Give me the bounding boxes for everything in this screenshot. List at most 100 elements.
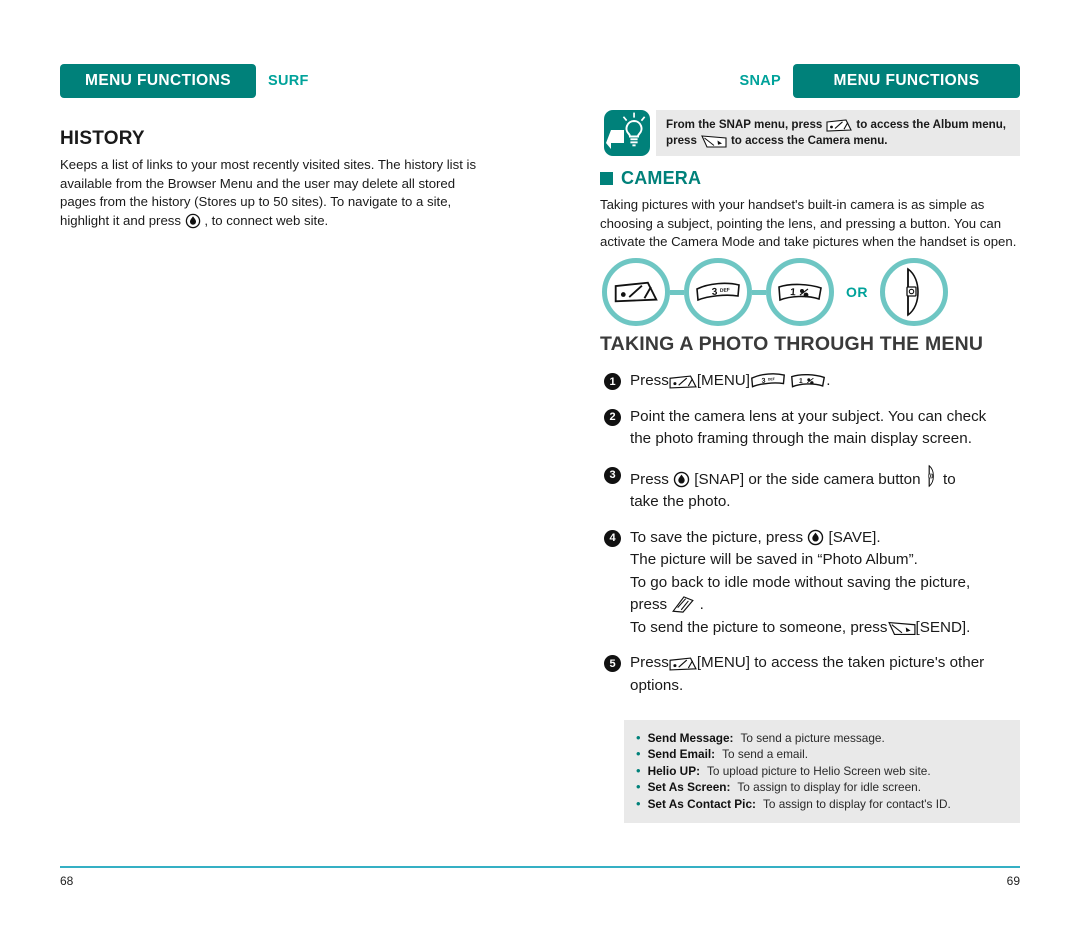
step-text-fragment: [SEND].: [915, 618, 971, 636]
left-page-number: 68: [60, 874, 74, 888]
right-section-tag: SNAP: [739, 72, 781, 89]
step-text-fragment: Press: [630, 654, 669, 671]
history-body: Keeps a list of links to your most recen…: [60, 156, 478, 230]
menu-softkey-icon: [669, 657, 697, 671]
or-label: OR: [846, 284, 868, 300]
history-section: HISTORY Keeps a list of links to your mo…: [60, 128, 478, 230]
step-line: options.: [630, 676, 684, 694]
step-text-fragment: .: [699, 596, 704, 613]
side-camera-button-icon: [925, 464, 939, 488]
camera-intro-text: Taking pictures with your handset's buil…: [600, 197, 1017, 250]
step-2: 2 Point the camera lens at your subject.…: [604, 406, 1036, 451]
bullet-icon: •: [636, 779, 641, 795]
option-name: Send Message:: [647, 731, 734, 745]
step-line: take the photo.: [630, 493, 731, 510]
menu-softkey-icon: [826, 118, 853, 132]
tip-line-1-b: to access the Album menu,: [856, 118, 1007, 131]
menu-softkey-icon: [669, 375, 697, 389]
tip-line-2: press to access the Camera menu.: [666, 133, 1010, 149]
step-text-fragment: Press: [630, 470, 669, 488]
step-line: The picture will be saved in “Photo Albu…: [630, 551, 918, 568]
bullet-icon: •: [636, 762, 641, 778]
step-line: Press [SNAP] or the side camera button t…: [630, 464, 956, 492]
end-key-icon: [671, 596, 695, 613]
step-text-fragment: To save the picture, press: [630, 528, 804, 546]
right-page-header: SNAP MENU FUNCTIONS: [739, 64, 1020, 98]
key-1-icon: 1: [777, 281, 823, 303]
option-desc: To upload picture to Helio Screen web si…: [707, 763, 931, 778]
camera-intro: Taking pictures with your handset's buil…: [600, 196, 1032, 252]
tip-line-2-b: to access the Camera menu.: [730, 134, 888, 147]
phone-side-camera-button-icon: [899, 267, 929, 317]
bullet-icon: •: [636, 795, 641, 811]
circle-key-1: 1: [766, 258, 834, 326]
send-key-icon: [887, 621, 916, 636]
step-body: Press [MENU] to access the taken picture'…: [630, 652, 984, 697]
circle-phone-side-button: [880, 258, 948, 326]
option-name: Helio UP:: [647, 763, 700, 778]
step-body: Press [SNAP] or the side camera button t…: [630, 464, 956, 514]
step-text-fragment: [SAVE].: [828, 528, 881, 546]
circle-menu-softkey: [602, 258, 670, 326]
lightbulb-tip-icon: [604, 110, 650, 156]
circle-key-3: 3 DEF: [684, 258, 752, 326]
option-desc: To send a picture message.: [740, 731, 885, 745]
square-bullet-icon: [600, 172, 613, 185]
ok-key-icon: [185, 213, 201, 229]
step-number: 3: [604, 466, 621, 484]
history-heading: HISTORY: [60, 128, 145, 149]
step-5: 5 Press [MENU] to access the taken pictur…: [604, 652, 1036, 697]
bullet-icon: •: [636, 730, 641, 745]
option-desc: To send a email.: [722, 747, 808, 762]
picture-options-box: • Send Message: To send a picture messag…: [624, 720, 1020, 824]
footer-divider: [60, 866, 1020, 868]
step-line: Press [MENU] 3 DEF 1.: [630, 370, 830, 393]
tip-text-panel: From the SNAP menu, press to access the …: [656, 110, 1020, 156]
step-1: 1 Press [MENU] 3 DEF 1.: [604, 370, 1036, 393]
camera-heading: CAMERA: [600, 168, 701, 189]
list-item: • Set As Screen: To assign to display fo…: [636, 779, 1008, 795]
connector-2: [752, 289, 766, 295]
step-3: 3 Press [SNAP] or the side camera button…: [604, 464, 1036, 514]
step-text-fragment: .: [826, 372, 831, 389]
list-item: • Send Message: To send a picture messag…: [636, 730, 1008, 746]
step-number: 4: [604, 529, 621, 547]
step-line: the photo framing through the main displ…: [630, 430, 972, 447]
step-text-fragment: [MENU]: [696, 372, 750, 389]
step-line: To go back to idle mode without saving t…: [630, 573, 971, 591]
option-name: Send Email:: [647, 747, 716, 762]
option-name: Set As Screen:: [647, 780, 731, 795]
list-item: • Helio UP: To upload picture to Helio S…: [636, 763, 1008, 779]
camera-heading-label: CAMERA: [621, 168, 702, 188]
step-number: 5: [604, 655, 621, 672]
key-1-icon: 1: [790, 372, 826, 389]
steps-list: 1 Press [MENU] 3 DEF 1. 2 Point the camera …: [604, 370, 1036, 710]
left-page: HISTORY Keeps a list of links to your mo…: [60, 0, 490, 932]
ok-key-icon: [673, 471, 690, 488]
step-line: To save the picture, press [SAVE].: [630, 527, 970, 550]
step-body: Press [MENU] 3 DEF 1.: [630, 370, 830, 393]
list-item: • Send Email: To send a email.: [636, 746, 1008, 762]
step-4: 4 To save the picture, press [SAVE]. The…: [604, 527, 1036, 640]
svg-text:1: 1: [799, 378, 803, 385]
step-text-fragment: Press: [630, 372, 669, 389]
step-text-fragment: [MENU] to access the taken picture's oth…: [696, 654, 985, 671]
svg-text:3: 3: [761, 378, 765, 385]
step-text-fragment: To send the picture to someone, press: [630, 618, 888, 636]
connector-1: [670, 289, 684, 295]
step-text-fragment: press: [630, 596, 668, 613]
step-line: Point the camera lens at your subject. Y…: [630, 407, 987, 425]
option-name: Set As Contact Pic:: [647, 796, 756, 811]
ok-key-icon: [807, 529, 824, 546]
step-number: 2: [604, 408, 621, 426]
tip-line-1-a: From the SNAP menu, press: [666, 118, 823, 131]
right-header-badge: MENU FUNCTIONS: [793, 64, 1020, 98]
step-text-fragment: [SNAP] or the side camera button: [694, 470, 921, 488]
tip-line-2-a: press: [666, 134, 697, 147]
step-body: To save the picture, press [SAVE]. The p…: [630, 527, 970, 640]
key-3-def-icon: 3 DEF: [695, 281, 741, 303]
svg-text:DEF: DEF: [720, 287, 730, 294]
tip-box: From the SNAP menu, press to access the …: [600, 110, 1020, 156]
step-number: 1: [604, 373, 621, 390]
step-line: press .: [630, 594, 970, 617]
